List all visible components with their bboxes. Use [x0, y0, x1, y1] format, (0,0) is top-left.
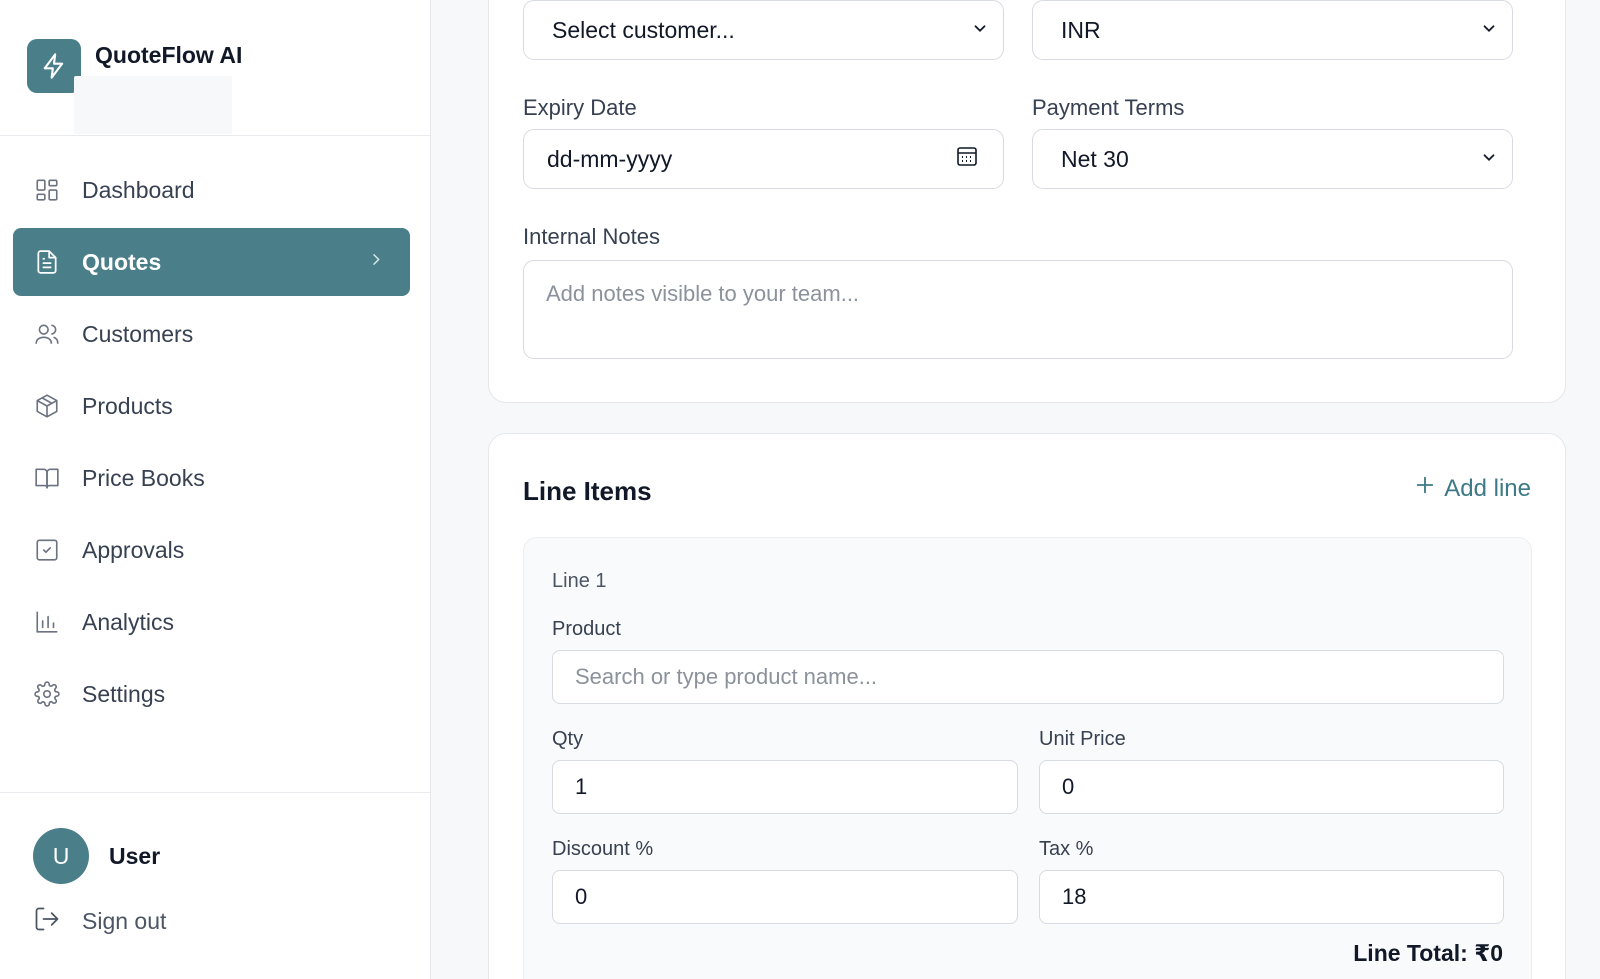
user-panel: U User Sign out — [0, 792, 430, 979]
line-item: Line 1 Product Search or type product na… — [523, 537, 1532, 979]
tax-input[interactable]: 18 — [1039, 870, 1504, 924]
tax-label: Tax % — [1039, 838, 1094, 860]
payment-terms-select[interactable]: Net 30 — [1032, 129, 1513, 189]
customer-select-value: Select customer... — [552, 16, 735, 43]
add-line-label: Add line — [1444, 474, 1531, 502]
avatar[interactable]: U — [33, 828, 89, 884]
unit-price-label: Unit Price — [1039, 728, 1126, 750]
brand-subtitle-placeholder — [74, 76, 232, 134]
lightning-icon — [27, 39, 81, 93]
gear-icon — [33, 680, 61, 708]
internal-notes-placeholder: Add notes visible to your team... — [546, 281, 860, 306]
sidebar: QuoteFlow AI Dashboard Quotes Customers — [0, 0, 431, 979]
sidebar-item-quotes[interactable]: Quotes — [13, 228, 410, 296]
sidebar-nav: Dashboard Quotes Customers Products Pric… — [13, 156, 410, 732]
sidebar-item-dashboard[interactable]: Dashboard — [13, 156, 410, 224]
log-out-icon — [33, 905, 61, 938]
expiry-date-placeholder: dd-mm-yyyy — [547, 145, 673, 172]
product-search-input[interactable]: Search or type product name... — [552, 650, 1504, 704]
unit-price-value: 0 — [1062, 774, 1075, 799]
qty-input[interactable]: 1 — [552, 760, 1018, 814]
sidebar-item-label: Settings — [82, 680, 166, 707]
sidebar-item-label: Customers — [82, 320, 194, 347]
customer-select[interactable]: Select customer... — [523, 0, 1004, 60]
line-item-title: Line 1 — [552, 570, 607, 592]
calendar-icon[interactable] — [955, 144, 979, 174]
chevron-down-icon — [1480, 17, 1498, 44]
expiry-date-label: Expiry Date — [523, 95, 637, 120]
discount-label: Discount % — [552, 838, 654, 860]
sidebar-item-label: Dashboard — [82, 176, 195, 203]
currency-select[interactable]: INR — [1032, 0, 1513, 60]
qty-label: Qty — [552, 728, 584, 750]
line-items-card: Line Items Add line Line 1 Product Searc… — [488, 433, 1566, 979]
unit-price-input[interactable]: 0 — [1039, 760, 1504, 814]
product-label: Product — [552, 618, 621, 640]
sidebar-item-products[interactable]: Products — [13, 372, 410, 440]
sign-out-button[interactable]: Sign out — [33, 903, 166, 939]
book-icon — [33, 464, 61, 492]
sidebar-item-customers[interactable]: Customers — [13, 300, 410, 368]
line-items-title: Line Items — [523, 476, 652, 506]
internal-notes-label: Internal Notes — [523, 224, 660, 249]
payment-terms-label: Payment Terms — [1032, 95, 1185, 120]
package-icon — [33, 392, 61, 420]
payment-terms-value: Net 30 — [1061, 145, 1129, 172]
sidebar-item-label: Approvals — [82, 536, 185, 563]
bar-chart-icon — [33, 608, 61, 636]
document-icon — [33, 248, 61, 276]
dashboard-icon — [33, 176, 61, 204]
brand-header: QuoteFlow AI — [0, 0, 430, 136]
sidebar-item-label: Price Books — [82, 464, 205, 491]
app-name: QuoteFlow AI — [95, 42, 243, 68]
sign-out-label: Sign out — [82, 907, 167, 934]
chevron-right-icon — [368, 252, 384, 273]
chevron-down-icon — [971, 17, 989, 44]
discount-input[interactable]: 0 — [552, 870, 1018, 924]
sidebar-item-label: Products — [82, 392, 173, 419]
currency-select-value: INR — [1061, 16, 1101, 43]
qty-value: 1 — [575, 774, 588, 799]
sidebar-item-settings[interactable]: Settings — [13, 660, 410, 728]
expiry-date-input[interactable]: dd-mm-yyyy — [523, 129, 1004, 189]
users-icon — [33, 320, 61, 348]
quote-details-card: Select customer... INR Expiry Date dd-mm… — [488, 0, 1566, 403]
chevron-down-icon — [1480, 146, 1498, 173]
internal-notes-textarea[interactable]: Add notes visible to your team... — [523, 260, 1513, 359]
sidebar-item-analytics[interactable]: Analytics — [13, 588, 410, 656]
sidebar-item-label: Quotes — [82, 248, 162, 275]
sidebar-item-price-books[interactable]: Price Books — [13, 444, 410, 512]
check-square-icon — [33, 536, 61, 564]
user-name: User — [109, 843, 161, 869]
discount-value: 0 — [575, 884, 588, 909]
line-total: Line Total: ₹0 — [1353, 940, 1503, 966]
tax-value: 18 — [1062, 884, 1087, 909]
sidebar-item-label: Analytics — [82, 608, 175, 635]
product-search-placeholder: Search or type product name... — [575, 664, 878, 689]
add-line-button[interactable]: Add line — [1414, 474, 1531, 503]
plus-icon — [1414, 474, 1436, 503]
sidebar-item-approvals[interactable]: Approvals — [13, 516, 410, 584]
